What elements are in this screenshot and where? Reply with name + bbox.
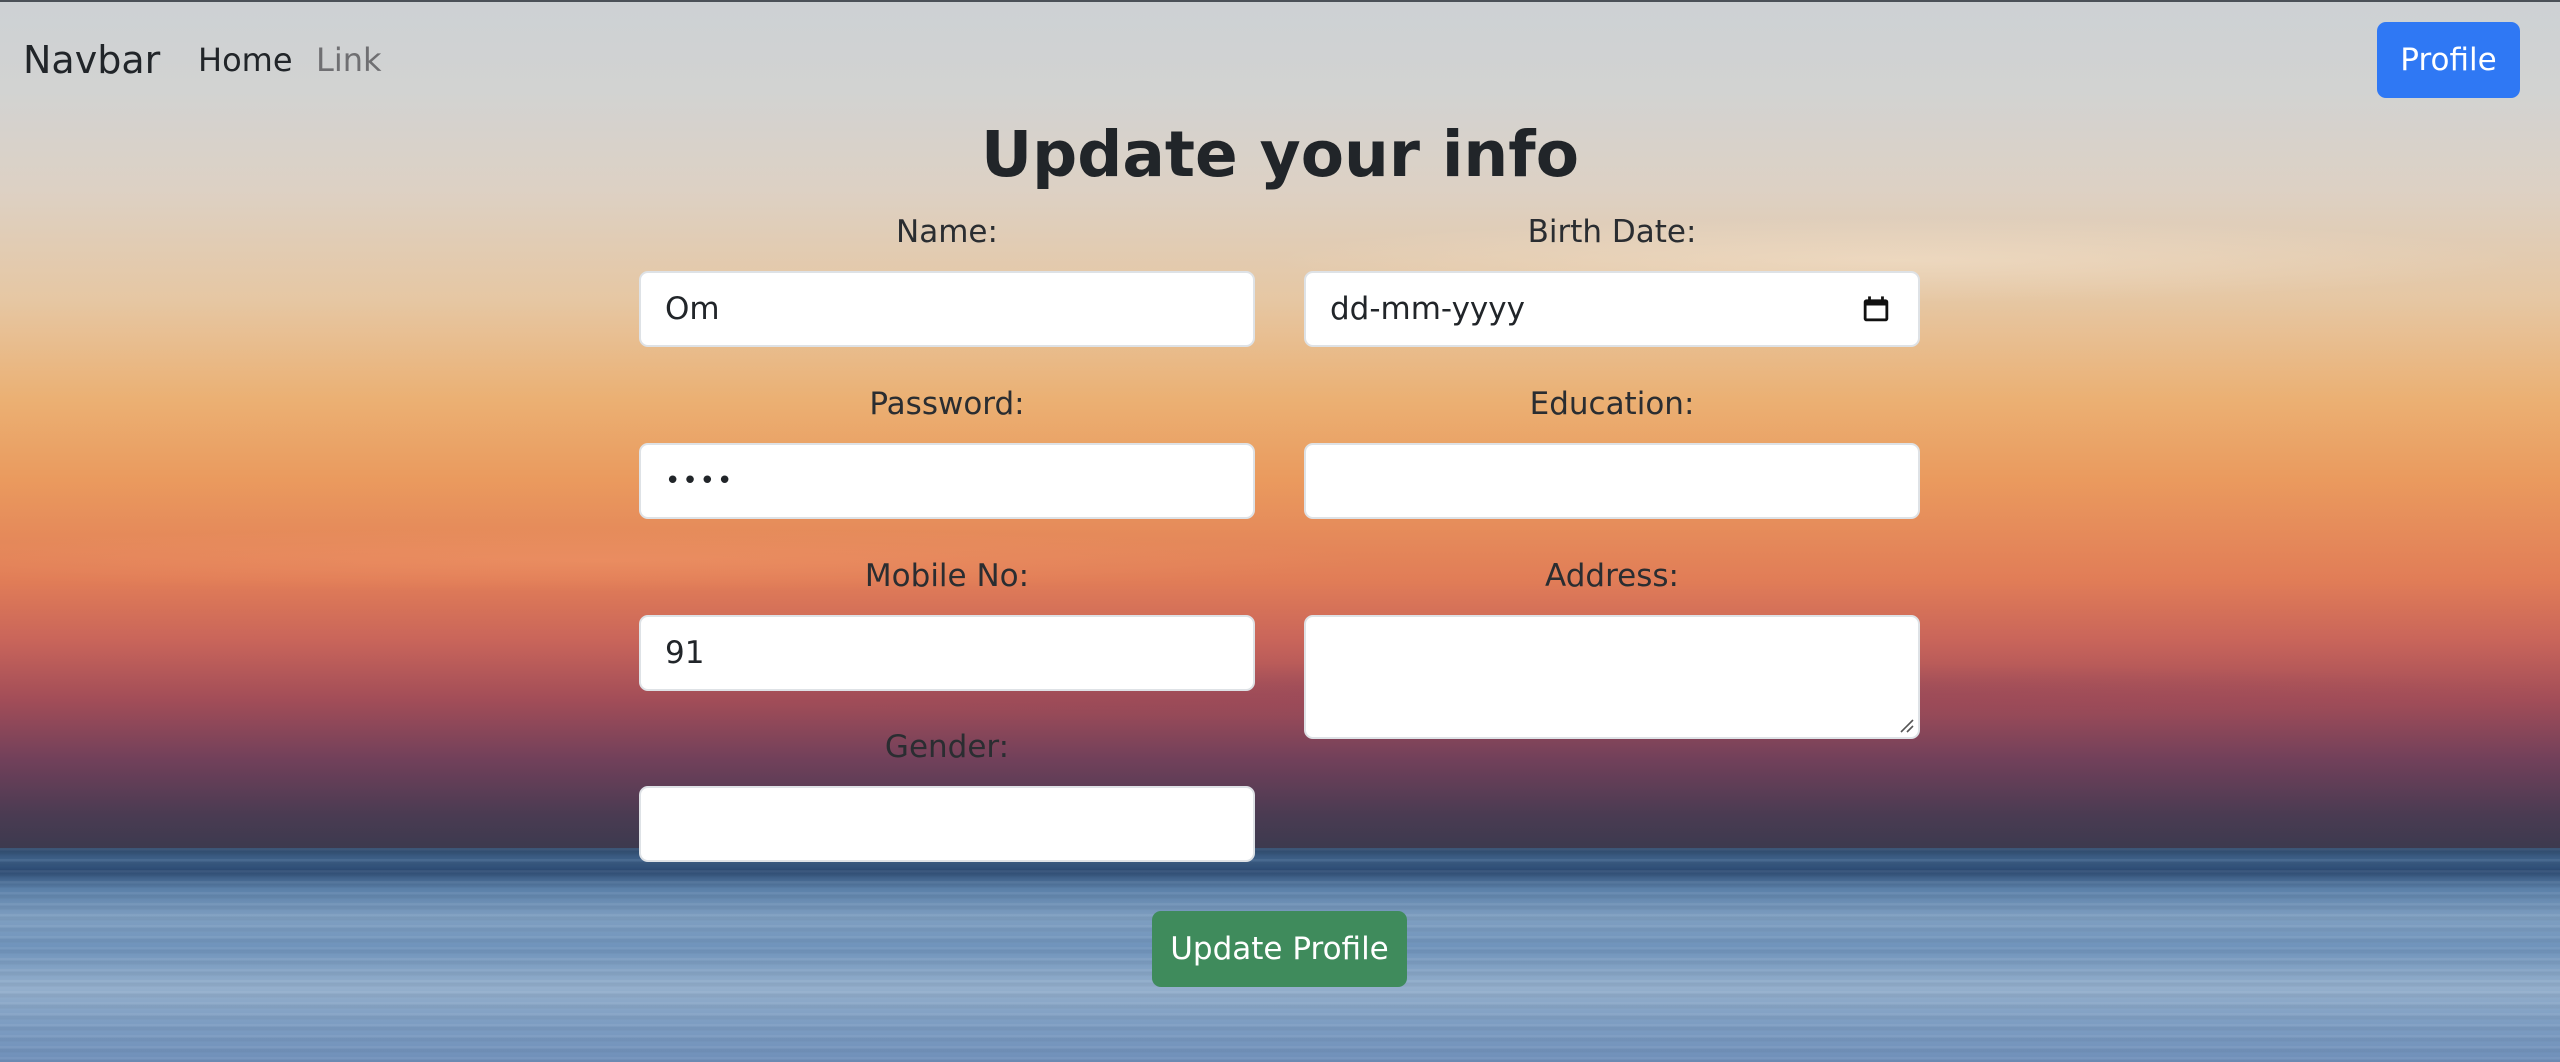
name-label: Name: [896,214,998,250]
nav-link-home[interactable]: Home [198,38,293,82]
profile-button[interactable]: Profile [2377,22,2520,98]
gender-field[interactable] [639,786,1255,862]
navbar-brand[interactable]: Navbar [23,34,160,86]
address-label: Address: [1545,558,1679,594]
update-profile-button[interactable]: Update Profile [1152,911,1407,987]
birth-date-value: dd-mm-yyyy [1330,291,1525,327]
education-field[interactable] [1304,443,1920,519]
password-field[interactable]: •••• [639,443,1255,519]
navbar: Navbar Home Link Profile [0,0,2560,118]
password-label: Password: [869,386,1025,422]
calendar-icon[interactable] [1862,295,1890,323]
gender-label: Gender: [884,729,1010,765]
address-textarea[interactable] [1304,615,1920,739]
mobile-field[interactable]: 91 [639,615,1255,691]
resize-grip-icon[interactable] [1896,715,1914,733]
education-label: Education: [1529,386,1695,422]
birth-date-field[interactable]: dd-mm-yyyy [1304,271,1920,347]
birth-date-label: Birth Date: [1527,214,1697,250]
page-content: Navbar Home Link Profile Update your inf… [0,0,2560,1062]
mobile-label: Mobile No: [864,558,1030,594]
page-title: Update your info [981,118,1579,191]
nav-link-link[interactable]: Link [316,38,382,82]
name-field[interactable]: Om [639,271,1255,347]
